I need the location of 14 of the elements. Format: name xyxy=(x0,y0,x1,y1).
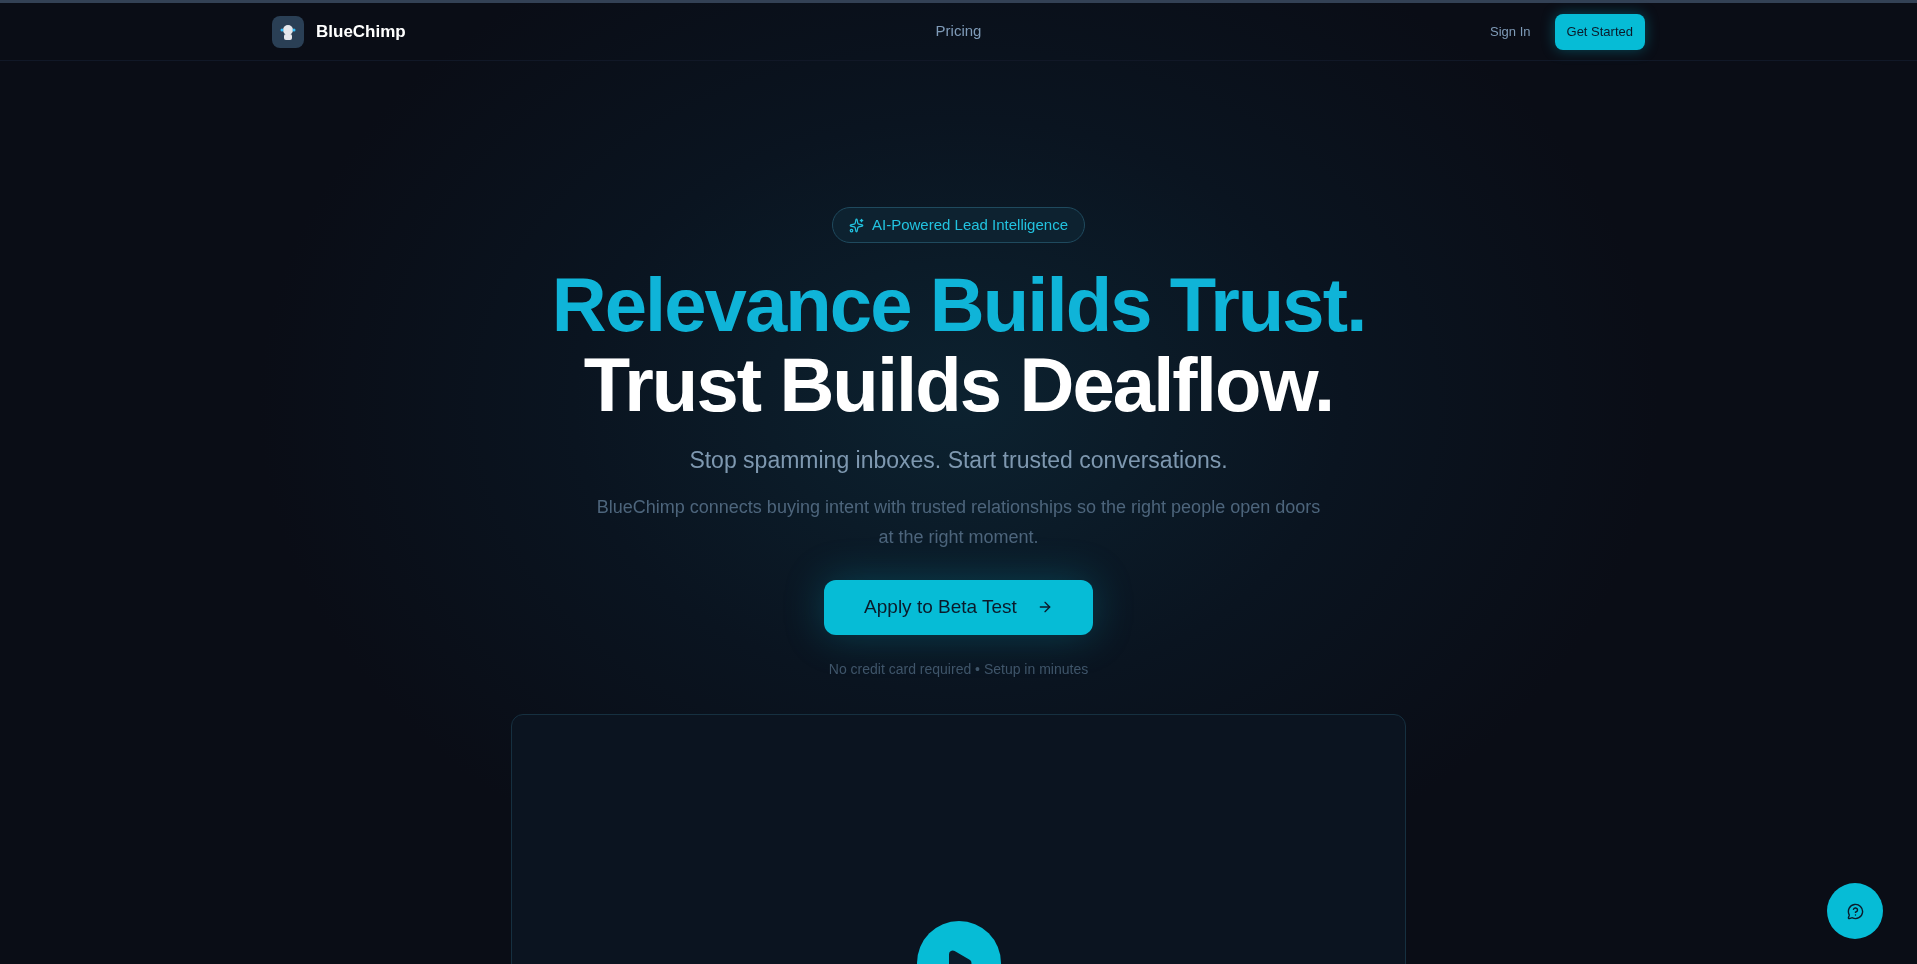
headline: Relevance Builds Trust. xyxy=(551,265,1366,345)
sign-in-link[interactable]: Sign In xyxy=(1490,21,1531,42)
description: BlueChimp connects buying intent with trusted relationships so the right people open doors at the right moment. xyxy=(595,495,1322,549)
note-text: No credit card required • Setup in minutes xyxy=(828,659,1089,679)
help-chat-icon xyxy=(1846,902,1864,920)
subtitle: Stop spamming inboxes. Start trusted conversations. xyxy=(689,446,1228,475)
get-started-button[interactable]: Get Started xyxy=(1554,13,1645,50)
brand-name[interactable]: BlueChimp xyxy=(316,18,406,45)
help-chat-button[interactable] xyxy=(1827,883,1883,939)
badge-text: AI-Powered Lead Intelligence xyxy=(872,214,1068,235)
sparkle-icon xyxy=(849,217,864,233)
headline: Trust Builds Dealflow. xyxy=(583,345,1334,425)
nav-link[interactable]: Pricing xyxy=(935,20,982,43)
apply-beta-button[interactable]: Apply to Beta Test xyxy=(824,579,1093,635)
